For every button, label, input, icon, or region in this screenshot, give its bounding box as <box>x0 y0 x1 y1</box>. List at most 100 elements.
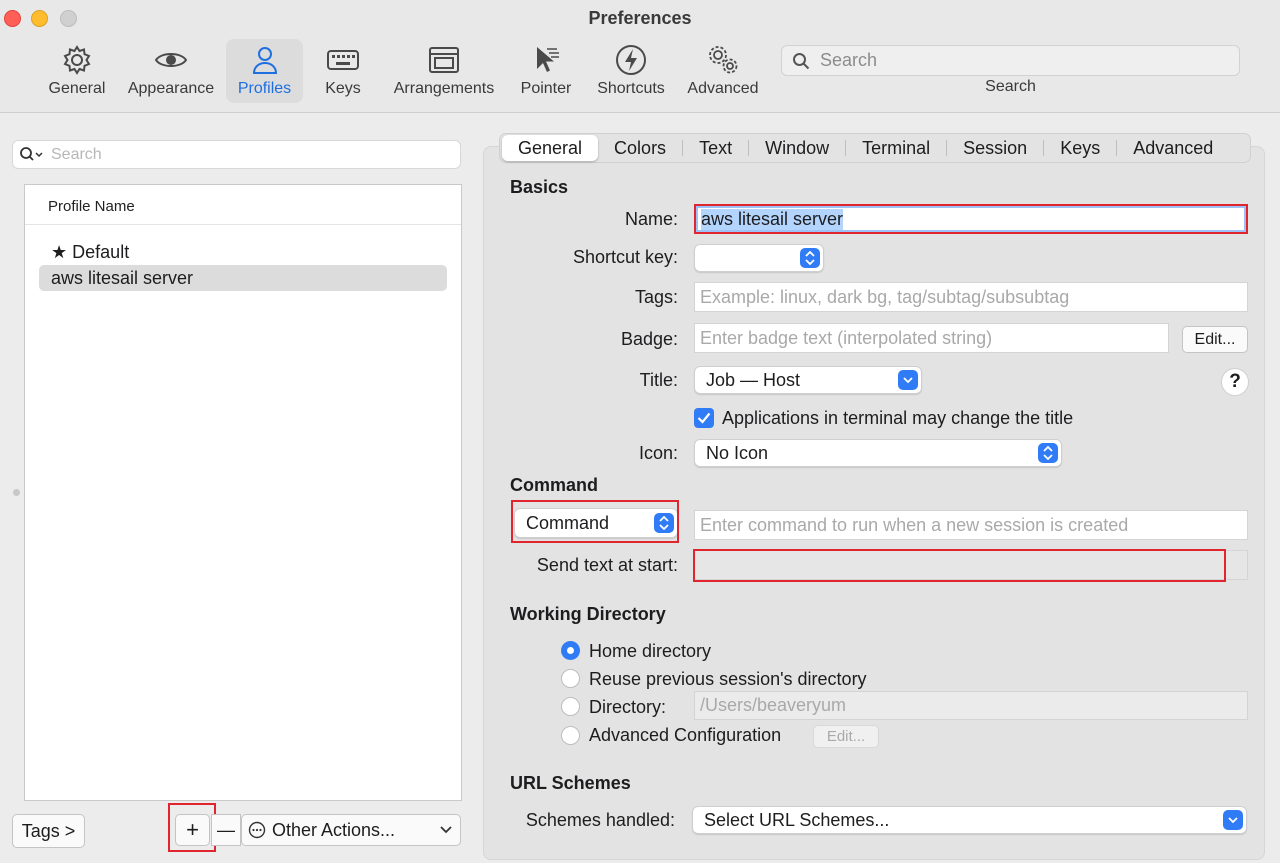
title-label: Title: <box>639 370 678 390</box>
command-placeholder: Enter command to run when a new session … <box>700 514 1129 535</box>
profile-name-column-header[interactable]: Profile Name <box>25 185 461 225</box>
person-icon <box>252 47 277 74</box>
toolbar-pointer[interactable]: Pointer <box>514 39 578 103</box>
other-actions-button[interactable]: Other Actions... <box>241 814 461 846</box>
name-value: aws litesail server <box>701 208 844 230</box>
search-menu-icon <box>20 146 43 161</box>
reuse-directory-label: Reuse previous session's directory <box>589 669 867 689</box>
toolbar-general-label: General <box>48 80 106 97</box>
command-field[interactable]: Enter command to run when a new session … <box>694 510 1248 540</box>
advanced-configuration-label: Advanced Configuration <box>589 725 782 745</box>
toolbar-advanced-label: Advanced <box>687 80 759 97</box>
tab-window[interactable]: Window <box>749 135 845 161</box>
radio-directory[interactable] <box>561 697 580 716</box>
toolbar-keys-label: Keys <box>325 80 361 97</box>
schemes-handled-label: Schemes handled: <box>525 810 675 830</box>
tags-label: Tags: <box>634 287 678 307</box>
tab-colors[interactable]: Colors <box>598 135 682 161</box>
shortcut-key-popup[interactable] <box>694 244 824 272</box>
updown-arrows-icon <box>800 248 820 268</box>
name-label: Name: <box>624 209 678 229</box>
toolbar-profiles[interactable]: Profiles <box>226 39 303 103</box>
chevron-down-icon <box>898 370 918 390</box>
tags-placeholder: Example: linux, dark bg, tag/subtag/subs… <box>700 286 1070 307</box>
directory-field[interactable]: /Users/beaveryum <box>694 691 1248 720</box>
icon-value: No Icon <box>706 442 769 463</box>
toolbar-search-field[interactable]: Search <box>781 45 1240 76</box>
tab-terminal[interactable]: Terminal <box>846 135 946 161</box>
badge-field[interactable]: Enter badge text (interpolated string) <box>694 323 1169 353</box>
url-schemes-value: Select URL Schemes... <box>704 809 890 830</box>
tab-general[interactable]: General <box>502 135 599 161</box>
bolt-icon <box>616 45 646 75</box>
basics-heading: Basics <box>510 177 569 197</box>
home-directory-label: Home directory <box>589 641 712 661</box>
split-view-divider[interactable] <box>13 489 20 496</box>
tab-advanced[interactable]: Advanced <box>1117 135 1229 161</box>
keyboard-icon <box>327 50 359 70</box>
highlight-box <box>511 500 679 543</box>
tab-text[interactable]: Text <box>683 135 748 161</box>
toolbar-shortcuts-label: Shortcuts <box>597 80 665 97</box>
profile-row-aws-litesail-server[interactable]: aws litesail server <box>39 265 447 291</box>
toolbar-search-placeholder: Search <box>820 50 878 70</box>
gear-icon <box>63 45 91 75</box>
pointer-icon <box>537 47 559 72</box>
badge-edit-button[interactable]: Edit... <box>1182 326 1248 353</box>
toolbar-arrangements[interactable]: Arrangements <box>390 39 498 103</box>
directory-value: /Users/beaveryum <box>700 695 847 715</box>
toolbar: Preferences General Appearance Profiles … <box>0 0 1280 113</box>
help-button[interactable]: ? <box>1221 368 1249 396</box>
radio-advanced-configuration[interactable] <box>561 726 580 745</box>
toolbar-pointer-label: Pointer <box>520 80 572 97</box>
apps-change-title-checkbox[interactable] <box>694 408 714 428</box>
toolbar-general[interactable]: General <box>43 39 111 103</box>
advanced-config-edit-button[interactable]: Edit... <box>813 725 879 748</box>
chevron-down-icon <box>440 826 452 834</box>
tab-session[interactable]: Session <box>947 135 1043 161</box>
gears-icon <box>709 46 738 74</box>
eye-icon <box>154 53 188 67</box>
highlight-box <box>693 549 1226 582</box>
chevron-down-icon <box>1223 810 1243 830</box>
shortcut-key-label: Shortcut key: <box>572 247 678 267</box>
toolbar-keys[interactable]: Keys <box>312 39 374 103</box>
icon-popup[interactable]: No Icon <box>694 439 1062 467</box>
tab-keys[interactable]: Keys <box>1044 135 1116 161</box>
icon-label: Icon: <box>638 443 678 463</box>
name-field[interactable]: aws litesail server <box>694 204 1248 234</box>
radio-reuse-directory[interactable] <box>561 669 580 688</box>
tags-field[interactable]: Example: linux, dark bg, tag/subtag/subs… <box>694 282 1248 312</box>
directory-label: Directory: <box>589 697 667 717</box>
star-icon: ★ <box>51 242 68 262</box>
title-popup[interactable]: Job — Host <box>694 366 922 394</box>
profile-name: Default <box>72 242 130 262</box>
toolbar-advanced[interactable]: Advanced <box>684 39 762 103</box>
toolbar-appearance[interactable]: Appearance <box>123 39 219 103</box>
url-schemes-heading: URL Schemes <box>510 773 631 793</box>
title-value: Job — Host <box>706 369 801 390</box>
toolbar-profiles-label: Profiles <box>237 80 292 97</box>
toolbar-shortcuts[interactable]: Shortcuts <box>592 39 670 103</box>
updown-arrows-icon <box>1038 443 1058 463</box>
highlight-box <box>168 803 216 852</box>
profile-name: aws litesail server <box>51 268 194 288</box>
checkmark-icon <box>697 412 711 424</box>
window-title: Preferences <box>588 8 692 28</box>
toolbar-arrangements-label: Arrangements <box>393 80 495 97</box>
profile-search-placeholder: Search <box>51 145 102 163</box>
tags-button[interactable]: Tags > <box>12 814 85 848</box>
url-schemes-popup[interactable]: Select URL Schemes... <box>692 806 1247 834</box>
toolbar-appearance-label: Appearance <box>127 80 215 97</box>
working-directory-heading: Working Directory <box>510 604 666 624</box>
profile-row-default[interactable]: ★ Default <box>39 239 447 265</box>
badge-label: Badge: <box>620 329 678 349</box>
profile-search-field[interactable]: Search <box>12 140 461 169</box>
other-actions-label: Other Actions... <box>272 819 396 840</box>
ellipsis-circle-icon <box>248 821 266 839</box>
send-text-label: Send text at start: <box>536 555 678 575</box>
remove-profile-button[interactable]: — <box>211 814 241 846</box>
apps-change-title-label: Applications in terminal may change the … <box>722 408 1074 428</box>
radio-home-directory[interactable] <box>561 641 580 660</box>
profile-tabs: General Colors Text Window Terminal Sess… <box>499 133 1251 163</box>
